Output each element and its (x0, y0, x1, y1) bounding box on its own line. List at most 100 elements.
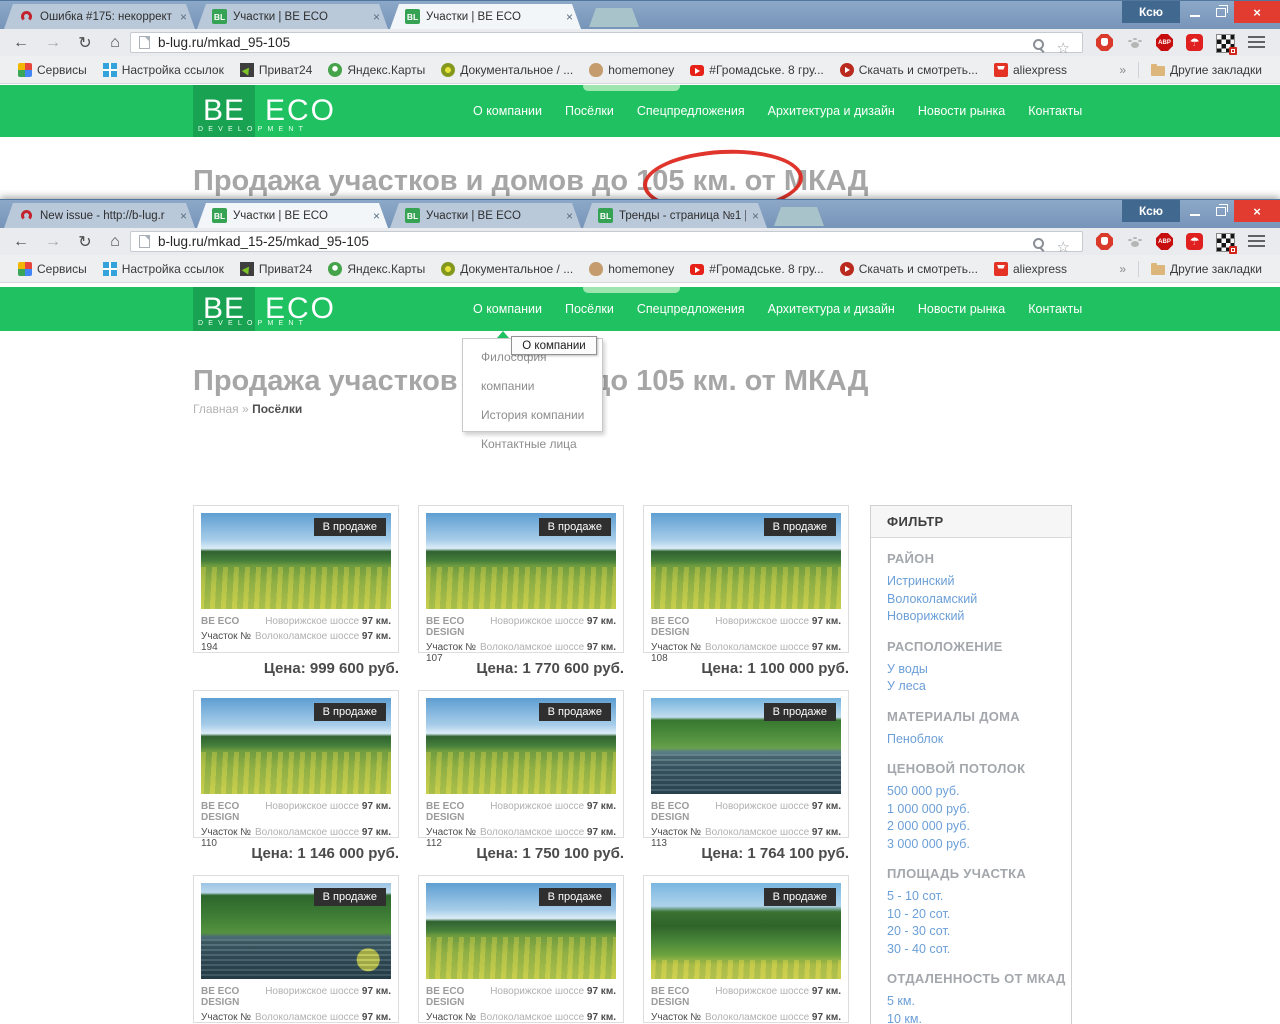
listing-card[interactable]: В продаже BE ECO DESIGN Новорижское шосс… (643, 690, 849, 838)
nav-architecture[interactable]: Архитектура и дизайн (768, 104, 895, 118)
search-icon[interactable] (1033, 238, 1044, 249)
bookmark-services[interactable]: Сервисы (10, 61, 95, 79)
bookmark-privat24[interactable]: Приват24 (232, 260, 321, 278)
home-icon[interactable]: ⌂ (102, 29, 128, 56)
bookmark-download-watch[interactable]: Скачать и смотреть... (832, 260, 986, 278)
bookmark-privat24[interactable]: Приват24 (232, 61, 321, 79)
search-icon[interactable] (1033, 39, 1044, 50)
bookmark-yandex-maps[interactable]: Яндекс.Карты (320, 61, 433, 79)
listing-card[interactable]: В продаже BE ECO DESIGN Новорижское шосс… (418, 505, 624, 653)
adguard-extension-icon[interactable] (1096, 34, 1113, 51)
new-tab-button[interactable] (589, 8, 639, 27)
close-button[interactable]: × (1234, 200, 1280, 222)
nav-market-news[interactable]: Новости рынка (918, 104, 1005, 118)
tab-close-icon[interactable]: × (373, 209, 380, 223)
tab-close-icon[interactable]: × (566, 10, 573, 24)
listing-card[interactable]: В продаже BE ECO DESIGN Новорижское шосс… (418, 875, 624, 1023)
adguard-extension-icon[interactable] (1096, 233, 1113, 250)
nav-contacts[interactable]: Контакты (1028, 302, 1082, 316)
restore-button[interactable] (1208, 1, 1234, 23)
filter-link-area-5-10[interactable]: 5 - 10 сот. (887, 888, 1071, 906)
tab-close-icon[interactable]: × (180, 209, 187, 223)
checkered-extension-icon[interactable] (1216, 233, 1235, 252)
filter-link-10km[interactable]: 10 км. (887, 1011, 1071, 1024)
listing-card[interactable]: В продаже BE ECO Новорижское шоссе 97 км… (193, 505, 399, 653)
listing-card[interactable]: В продаже BE ECO DESIGN Новорижское шосс… (418, 690, 624, 838)
reload-icon[interactable]: ↻ (72, 228, 98, 255)
filter-link-novorizhsky[interactable]: Новорижский (887, 608, 1071, 626)
back-icon[interactable]: ← (8, 29, 34, 56)
bookmark-hromadske[interactable]: #Громадське. 8 гру... (682, 260, 831, 278)
listing-card[interactable]: В продаже BE ECO DESIGN Новорижское шосс… (193, 690, 399, 838)
tab-uchastki-1[interactable]: BL Участки | BE ECO × (197, 4, 388, 29)
nav-about[interactable]: О компании (473, 302, 542, 316)
nav-special-offers[interactable]: Спецпредложения (637, 302, 745, 316)
minimize-button[interactable] (1182, 1, 1208, 23)
other-bookmarks-folder[interactable]: Другие закладки (1143, 260, 1270, 278)
back-icon[interactable]: ← (8, 228, 34, 255)
bookmark-documentary[interactable]: Документальное / ... (433, 260, 581, 278)
avira-extension-icon[interactable]: ☂ (1186, 34, 1203, 51)
listing-card[interactable]: В продаже BE ECO DESIGN Новорижское шосс… (643, 505, 849, 653)
nav-market-news[interactable]: Новости рынка (918, 302, 1005, 316)
avira-extension-icon[interactable]: ☂ (1186, 233, 1203, 250)
listing-card[interactable]: В продаже BE ECO DESIGN Новорижское шосс… (643, 875, 849, 1023)
menu-item-history[interactable]: История компании (481, 401, 602, 430)
forward-icon[interactable]: → (40, 29, 66, 56)
filter-link-by-forest[interactable]: У леса (887, 678, 1071, 696)
tab-uchastki-2[interactable]: BL Участки | BE ECO × (390, 203, 581, 228)
menu-icon[interactable] (1248, 36, 1265, 48)
profile-button[interactable]: Ксю (1122, 1, 1180, 23)
filter-link-price-500k[interactable]: 500 000 руб. (887, 783, 1071, 801)
bookmark-homemoney[interactable]: homemoney (581, 61, 682, 79)
paw-extension-icon[interactable] (1126, 34, 1143, 51)
nav-special-offers[interactable]: Спецпредложения (637, 104, 745, 118)
filter-link-area-20-30[interactable]: 20 - 30 сот. (887, 923, 1071, 941)
tab-new-issue[interactable]: New issue - http://b-lug.r × (4, 203, 195, 228)
nav-about[interactable]: О компании (473, 104, 542, 118)
tab-close-icon[interactable]: × (566, 209, 573, 223)
be-eco-logo[interactable]: BE ECO DEVELOPMENT (193, 85, 355, 137)
bookmark-services[interactable]: Сервисы (10, 260, 95, 278)
close-button[interactable]: × (1234, 1, 1280, 23)
bookmark-download-watch[interactable]: Скачать и смотреть... (832, 61, 986, 79)
bookmark-documentary[interactable]: Документальное / ... (433, 61, 581, 79)
profile-button[interactable]: Ксю (1122, 200, 1180, 222)
be-eco-logo[interactable]: BE ECO DEVELOPMENT (193, 287, 355, 331)
bookmark-yandex-maps[interactable]: Яндекс.Карты (320, 260, 433, 278)
forward-icon[interactable]: → (40, 228, 66, 255)
nav-contacts[interactable]: Контакты (1028, 104, 1082, 118)
filter-link-5km[interactable]: 5 км. (887, 993, 1071, 1011)
tab-trends[interactable]: BL Тренды - страница №1 | × (583, 203, 767, 228)
filter-link-area-30-40[interactable]: 30 - 40 сот. (887, 941, 1071, 959)
url-text[interactable]: b-lug.ru/mkad_95-105 (158, 35, 290, 50)
address-bar[interactable]: b-lug.ru/mkad_95-105 ☆ (130, 32, 1083, 53)
menu-icon[interactable] (1248, 235, 1265, 247)
tab-uchastki-active[interactable]: BL Участки | BE ECO × (197, 203, 388, 228)
nav-settlements[interactable]: Посёлки (565, 104, 614, 118)
new-tab-button[interactable] (774, 207, 824, 226)
tab-close-icon[interactable]: × (752, 209, 759, 223)
listing-card[interactable]: В продаже BE ECO DESIGN Новорижское шосс… (193, 875, 399, 1023)
reload-icon[interactable]: ↻ (72, 29, 98, 56)
filter-link-istrinsky[interactable]: Истринский (887, 573, 1071, 591)
filter-link-price-1m[interactable]: 1 000 000 руб. (887, 801, 1071, 819)
filter-link-price-3m[interactable]: 3 000 000 руб. (887, 836, 1071, 854)
restore-button[interactable] (1208, 200, 1234, 222)
home-icon[interactable]: ⌂ (102, 228, 128, 255)
bookmark-link-settings[interactable]: Настройка ссылок (95, 61, 232, 79)
bookmark-hromadske[interactable]: #Громадське. 8 гру... (682, 61, 831, 79)
filter-link-price-2m[interactable]: 2 000 000 руб. (887, 818, 1071, 836)
tab-close-icon[interactable]: × (373, 10, 380, 24)
adblock-plus-icon[interactable]: ABP (1156, 233, 1173, 250)
tab-error-175[interactable]: Ошибка #175: некоррект × (4, 4, 195, 29)
nav-settlements[interactable]: Посёлки (565, 302, 614, 316)
url-text[interactable]: b-lug.ru/mkad_15-25/mkad_95-105 (158, 234, 369, 249)
menu-item-contact-persons[interactable]: Контактные лица (481, 430, 602, 459)
paw-extension-icon[interactable] (1126, 233, 1143, 250)
filter-link-area-10-20[interactable]: 10 - 20 сот. (887, 906, 1071, 924)
filter-link-penoblok[interactable]: Пеноблок (887, 731, 1071, 749)
filter-link-by-water[interactable]: У воды (887, 661, 1071, 679)
checkered-extension-icon[interactable] (1216, 34, 1235, 53)
minimize-button[interactable] (1182, 200, 1208, 222)
